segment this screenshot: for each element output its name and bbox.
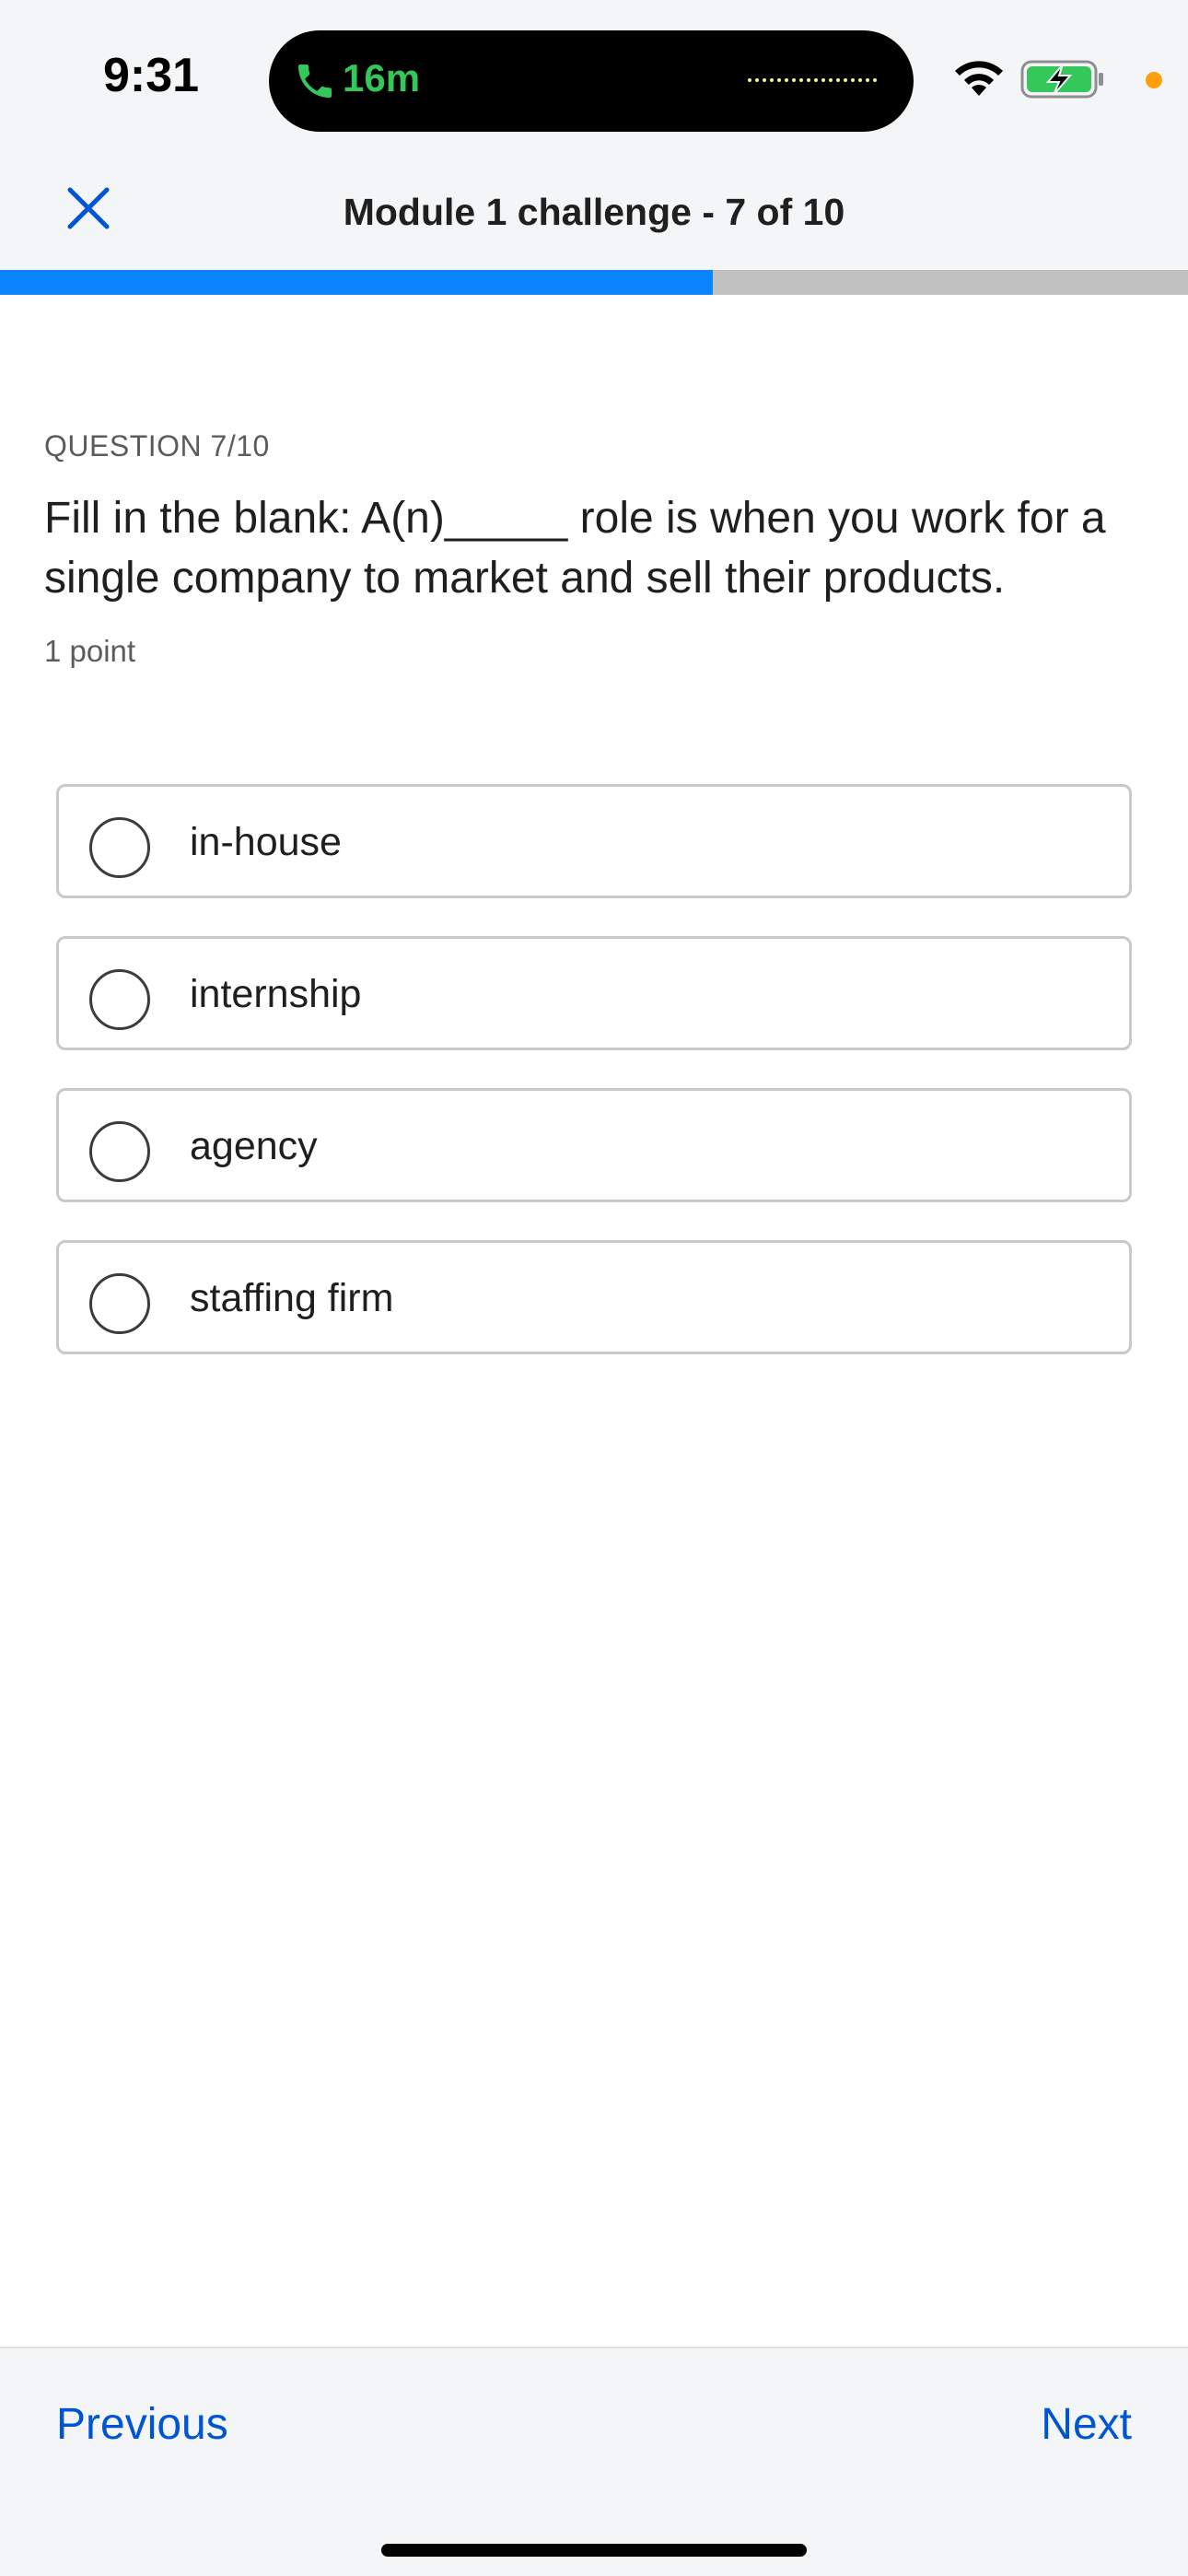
answer-option-label: agency xyxy=(190,1124,318,1168)
radio-button[interactable] xyxy=(89,1121,150,1182)
previous-button[interactable]: Previous xyxy=(56,2399,228,2450)
answer-option-in-house[interactable]: in-house xyxy=(56,784,1132,898)
home-indicator[interactable] xyxy=(381,2544,807,2557)
answer-option-agency[interactable]: agency xyxy=(56,1088,1132,1202)
bottom-navigation: Previous Next xyxy=(0,2347,1188,2576)
answer-options: in-house internship agency staffing firm xyxy=(56,784,1132,1392)
status-time: 9:31 xyxy=(103,49,200,102)
radio-button[interactable] xyxy=(89,1273,150,1334)
quiz-progress-bar xyxy=(0,270,1188,295)
question-text: Fill in the blank: A(n)_____ role is whe… xyxy=(44,494,1106,603)
answer-option-label: in-house xyxy=(190,820,342,864)
top-bar: 9:31 16m Module 1 challenge - 7 of 10 xyxy=(0,0,1188,270)
radio-button[interactable] xyxy=(89,969,150,1030)
answer-option-label: internship xyxy=(190,972,362,1016)
answer-option-label: staffing firm xyxy=(190,1276,394,1320)
phone-icon xyxy=(298,64,332,98)
question-counter: QUESTION 7/10 xyxy=(44,429,270,463)
question-points: 1 point xyxy=(44,634,136,668)
page-title: Module 1 challenge - 7 of 10 xyxy=(343,191,845,233)
audio-waveform-icon xyxy=(748,78,877,82)
quiz-progress-fill xyxy=(0,270,713,295)
radio-button[interactable] xyxy=(89,817,150,878)
answer-option-staffing-firm[interactable]: staffing firm xyxy=(56,1240,1132,1354)
call-duration: 16m xyxy=(343,56,421,100)
wifi-icon xyxy=(955,61,1003,96)
privacy-indicator-dot xyxy=(1146,72,1162,88)
battery-charging-icon xyxy=(1020,60,1103,99)
answer-option-internship[interactable]: internship xyxy=(56,936,1132,1050)
call-activity-pill[interactable]: 16m xyxy=(269,30,914,132)
next-button[interactable]: Next xyxy=(1041,2399,1132,2450)
